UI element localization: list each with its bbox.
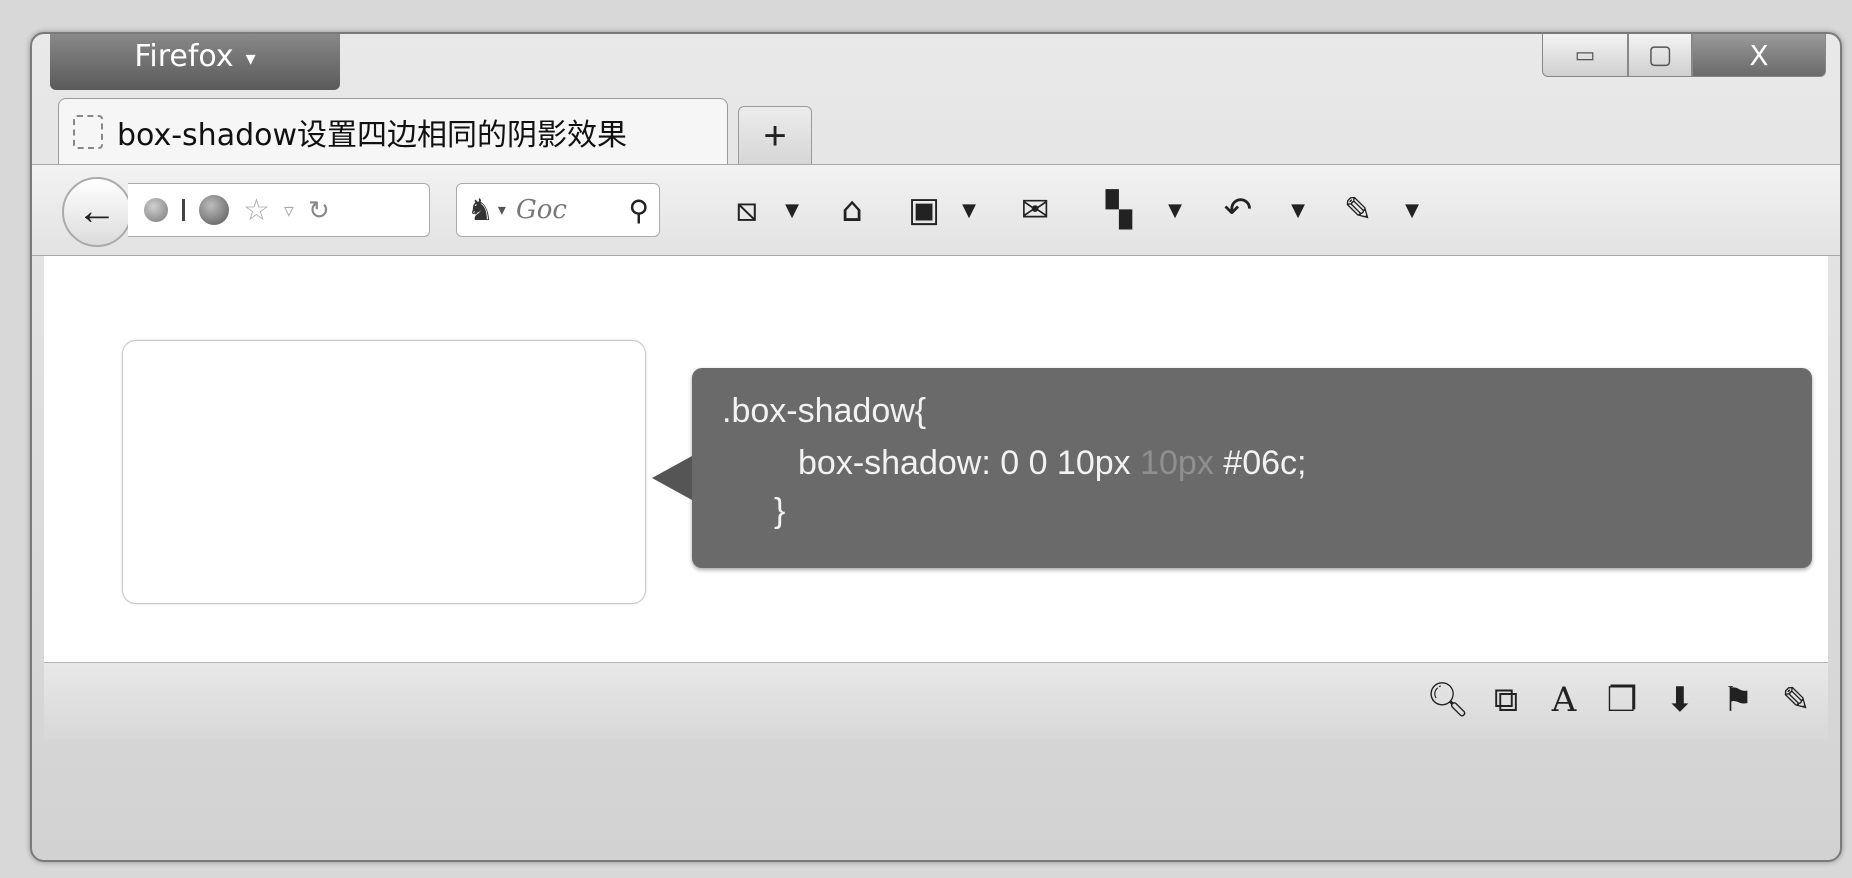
mail-icon[interactable]: ✉ <box>982 183 1088 237</box>
maximize-button[interactable]: ▢ <box>1628 34 1692 77</box>
close-button[interactable]: X <box>1692 34 1826 77</box>
code-line-2: box-shadow: 0 0 10px 10px #06c; <box>798 440 1306 486</box>
open-external-icon[interactable]: ⧉ <box>1480 677 1532 723</box>
status-bar: 🔍︎ ⧉ A ❐ ⬇ ⚑ ✎ <box>44 662 1828 739</box>
search-engine-caret-icon: ▾ <box>497 202 506 219</box>
home-icon[interactable]: ⌂ <box>812 183 892 237</box>
maximize-icon: ▢ <box>1647 40 1673 70</box>
dropdown-caret-icon[interactable]: ▼ <box>1396 183 1428 237</box>
tab-active[interactable]: box-shadow设置四边相同的阴影效果 <box>58 98 728 165</box>
code-line-2-spread: 10px <box>1140 444 1214 482</box>
addon-bar-icons: 🔍︎ ⧉ A ❐ ⬇ ⚑ ✎ <box>1422 677 1822 723</box>
download-icon[interactable]: ⬇ <box>1654 677 1706 723</box>
font-icon[interactable]: A <box>1538 677 1590 723</box>
callout-pointer <box>652 456 692 500</box>
dropdown-caret-icon[interactable]: ▼ <box>772 183 812 237</box>
back-arrow-icon: ← <box>77 189 117 233</box>
window-icon[interactable]: ❐ <box>1596 677 1648 723</box>
search-bar[interactable]: ♞ ▾ Goc ⚲ <box>456 183 660 237</box>
code-line-1: .box-shadow{ <box>722 392 927 430</box>
page-favicon-icon <box>73 115 103 149</box>
history-icon[interactable]: ↶ <box>1200 183 1276 237</box>
navigation-toolbar: ← ☆ ▿ ↻ ♞ ▾ Goc ⚲ ⧅ ▼ ⌂ ▣ ▼ ✉ ▚ ▼ ↶ ▼ ✎ <box>32 164 1840 256</box>
bookmark-menu-icon[interactable]: ▣ <box>892 183 956 237</box>
flag-icon[interactable]: ⚑ <box>1712 677 1764 723</box>
search-icon[interactable]: ⚲ <box>628 194 649 227</box>
tab-title: box-shadow设置四边相同的阴影效果 <box>117 118 628 153</box>
new-tab-button[interactable]: + <box>738 106 812 165</box>
css-code-callout: .box-shadow{ box-shadow: 0 0 10px 10px #… <box>652 368 1812 568</box>
dropdown-caret-icon[interactable]: ▼ <box>956 183 982 237</box>
addons-icon[interactable]: ▚ <box>1088 183 1150 237</box>
zoom-search-icon[interactable]: 🔍︎ <box>1422 677 1474 723</box>
toolbar-icons: ⧅ ▼ ⌂ ▣ ▼ ✉ ▚ ▼ ↶ ▼ ✎ ▼ <box>722 183 1428 237</box>
bookmark-star-icon[interactable]: ☆ <box>243 193 270 228</box>
page-content: .box-shadow{ box-shadow: 0 0 10px 10px #… <box>44 256 1828 662</box>
globe-icon <box>199 195 229 225</box>
search-input[interactable]: Goc <box>516 195 567 225</box>
dropdown-caret-icon[interactable]: ▼ <box>1276 183 1320 237</box>
tools-icon[interactable]: ✎ <box>1320 183 1396 237</box>
code-line-2-prefix: box-shadow: 0 0 10px <box>798 444 1141 482</box>
browser-window: Firefox ▾ ▭ ▢ X box-shadow设置四边相同的阴影效果 + ←… <box>30 32 1842 862</box>
page-tool-icon[interactable]: ⧅ <box>722 183 772 237</box>
close-icon: X <box>1749 38 1769 72</box>
dropdown-caret-icon[interactable]: ▼ <box>1150 183 1200 237</box>
site-identity-icon <box>144 198 168 222</box>
window-controls: ▭ ▢ X <box>1542 34 1826 78</box>
separator-icon <box>182 199 185 221</box>
chevron-down-icon: ▾ <box>245 45 256 70</box>
minimize-icon: ▭ <box>1574 42 1596 68</box>
search-engine-icon[interactable]: ♞ <box>467 193 494 228</box>
code-line-2-color: #06c; <box>1213 444 1307 482</box>
reload-icon[interactable]: ↻ <box>308 195 330 226</box>
dropdown-arrow-icon[interactable]: ▿ <box>284 198 294 223</box>
firefox-menu-button[interactable]: Firefox ▾ <box>50 34 340 90</box>
url-bar[interactable]: ☆ ▿ ↻ <box>128 183 430 237</box>
demo-box <box>122 340 646 604</box>
brush-icon[interactable]: ✎ <box>1770 677 1822 723</box>
firefox-menu-label: Firefox <box>134 39 234 74</box>
back-button[interactable]: ← <box>62 177 132 247</box>
minimize-button[interactable]: ▭ <box>1542 34 1628 77</box>
code-line-3: } <box>774 492 786 530</box>
